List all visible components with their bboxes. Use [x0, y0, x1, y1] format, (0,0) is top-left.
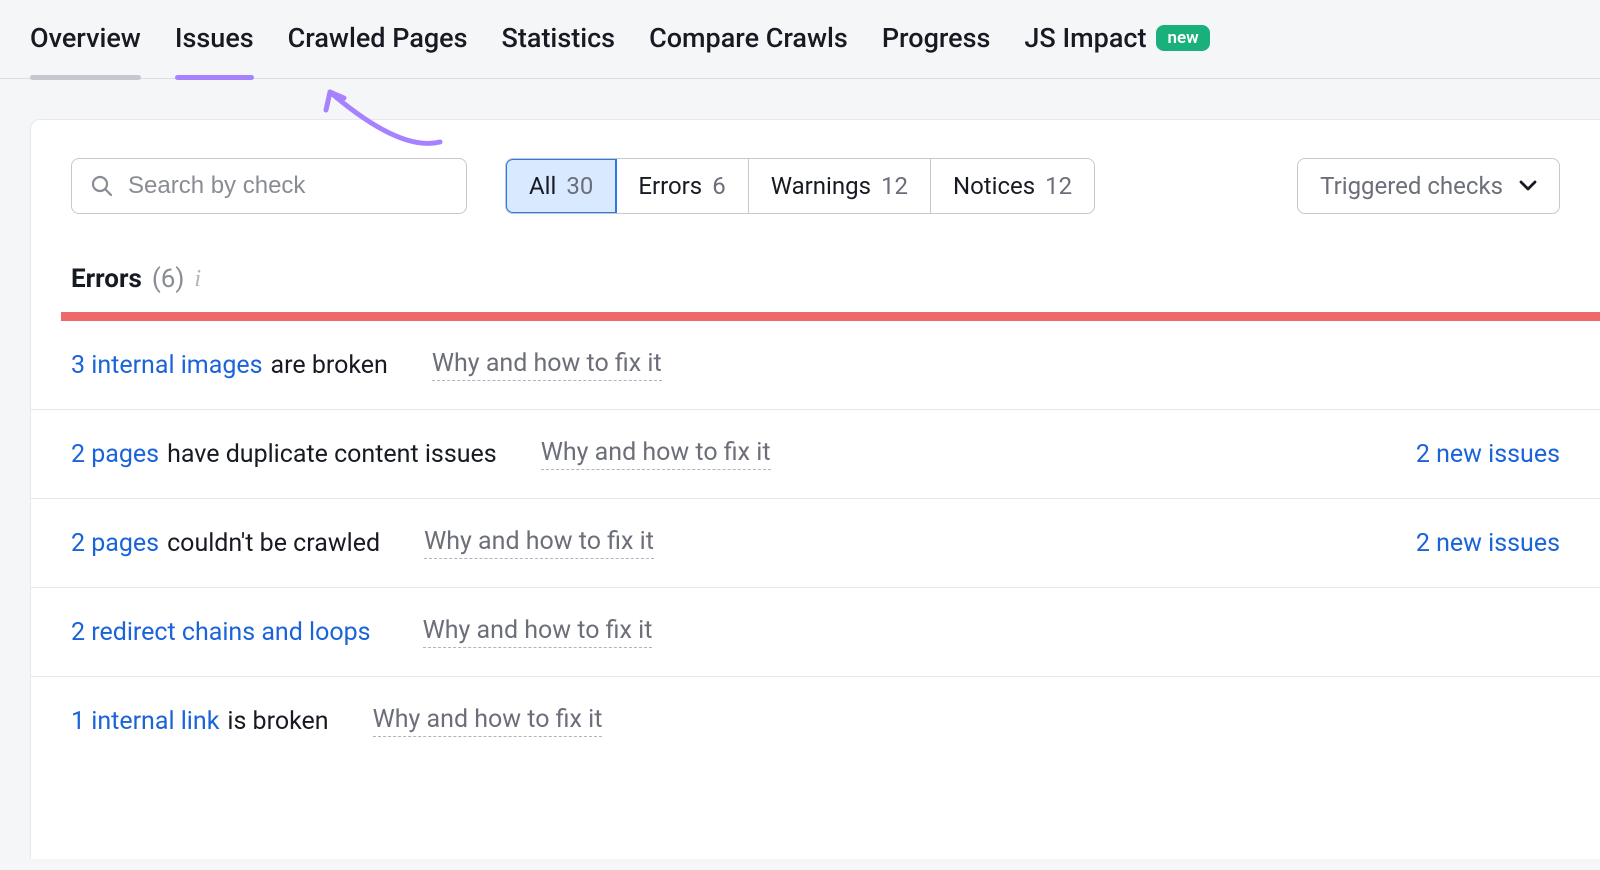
- tab-label: Progress: [882, 22, 991, 54]
- triggered-checks-dropdown[interactable]: Triggered checks: [1297, 158, 1560, 214]
- tab-label: Issues: [175, 22, 254, 54]
- chevron-down-icon: [1519, 180, 1537, 192]
- tab-crawled-pages[interactable]: Crawled Pages: [288, 22, 468, 78]
- why-and-how-link[interactable]: Why and how to fix it: [541, 438, 771, 470]
- issues-panel: All 30 Errors 6 Warnings 12 Notices 12 T…: [30, 119, 1600, 859]
- issue-link[interactable]: 3 internal images: [71, 351, 263, 380]
- filter-count: 12: [1045, 172, 1072, 200]
- tab-overview[interactable]: Overview: [30, 22, 141, 78]
- issue-row: 3 internal images are broken Why and how…: [31, 321, 1600, 410]
- tab-issues[interactable]: Issues: [175, 22, 254, 78]
- tab-label: Crawled Pages: [288, 22, 468, 54]
- filter-notices[interactable]: Notices 12: [931, 159, 1094, 213]
- issue-description: is broken: [227, 707, 328, 736]
- issue-row: 2 pages couldn't be crawled Why and how …: [31, 499, 1600, 588]
- issue-row: 2 redirect chains and loops Why and how …: [31, 588, 1600, 677]
- filter-group: All 30 Errors 6 Warnings 12 Notices 12: [505, 158, 1095, 214]
- tab-label: JS Impact: [1024, 22, 1146, 54]
- why-and-how-link[interactable]: Why and how to fix it: [432, 349, 662, 381]
- why-and-how-link[interactable]: Why and how to fix it: [373, 705, 603, 737]
- filter-count: 12: [881, 172, 908, 200]
- issue-description: are broken: [271, 351, 388, 380]
- badge-new: new: [1156, 25, 1209, 51]
- issue-description: have duplicate content issues: [167, 440, 497, 469]
- filter-label: Errors: [638, 172, 702, 200]
- new-issues-link[interactable]: 2 new issues: [1416, 440, 1560, 469]
- search-input[interactable]: [128, 172, 448, 200]
- errors-severity-bar: [61, 312, 1600, 321]
- filter-label: All: [529, 172, 556, 200]
- issue-link[interactable]: 1 internal link: [71, 707, 219, 736]
- tab-label: Overview: [30, 22, 141, 54]
- tab-progress[interactable]: Progress: [882, 22, 991, 78]
- tab-bar: Overview Issues Crawled Pages Statistics…: [0, 0, 1600, 79]
- section-header-errors: Errors (6) i: [31, 214, 1600, 312]
- tab-label: Statistics: [502, 22, 616, 54]
- filter-warnings[interactable]: Warnings 12: [749, 159, 931, 213]
- filter-label: Warnings: [771, 172, 871, 200]
- search-icon: [90, 174, 114, 198]
- filter-all[interactable]: All 30: [505, 158, 617, 214]
- filter-count: 6: [712, 172, 726, 200]
- tab-compare-crawls[interactable]: Compare Crawls: [649, 22, 848, 78]
- new-issues-link[interactable]: 2 new issues: [1416, 529, 1560, 558]
- filter-errors[interactable]: Errors 6: [616, 159, 748, 213]
- section-title: Errors: [71, 264, 142, 294]
- tab-label: Compare Crawls: [649, 22, 848, 54]
- issue-description: couldn't be crawled: [167, 529, 380, 558]
- issue-row: 2 pages have duplicate content issues Wh…: [31, 410, 1600, 499]
- issue-link[interactable]: 2 pages: [71, 529, 159, 558]
- issue-row: 1 internal link is broken Why and how to…: [31, 677, 1600, 765]
- tab-js-impact[interactable]: JS Impact new: [1024, 22, 1209, 78]
- section-count: (6): [152, 264, 185, 294]
- why-and-how-link[interactable]: Why and how to fix it: [424, 527, 654, 559]
- filter-count: 30: [566, 172, 593, 200]
- search-input-wrapper[interactable]: [71, 158, 467, 214]
- info-icon[interactable]: i: [194, 266, 201, 293]
- issue-link[interactable]: 2 pages: [71, 440, 159, 469]
- filter-label: Notices: [953, 172, 1035, 200]
- issue-link[interactable]: 2 redirect chains and loops: [71, 618, 371, 647]
- toolbar: All 30 Errors 6 Warnings 12 Notices 12 T…: [31, 120, 1600, 214]
- why-and-how-link[interactable]: Why and how to fix it: [423, 616, 653, 648]
- dropdown-label: Triggered checks: [1320, 172, 1503, 200]
- tab-statistics[interactable]: Statistics: [502, 22, 616, 78]
